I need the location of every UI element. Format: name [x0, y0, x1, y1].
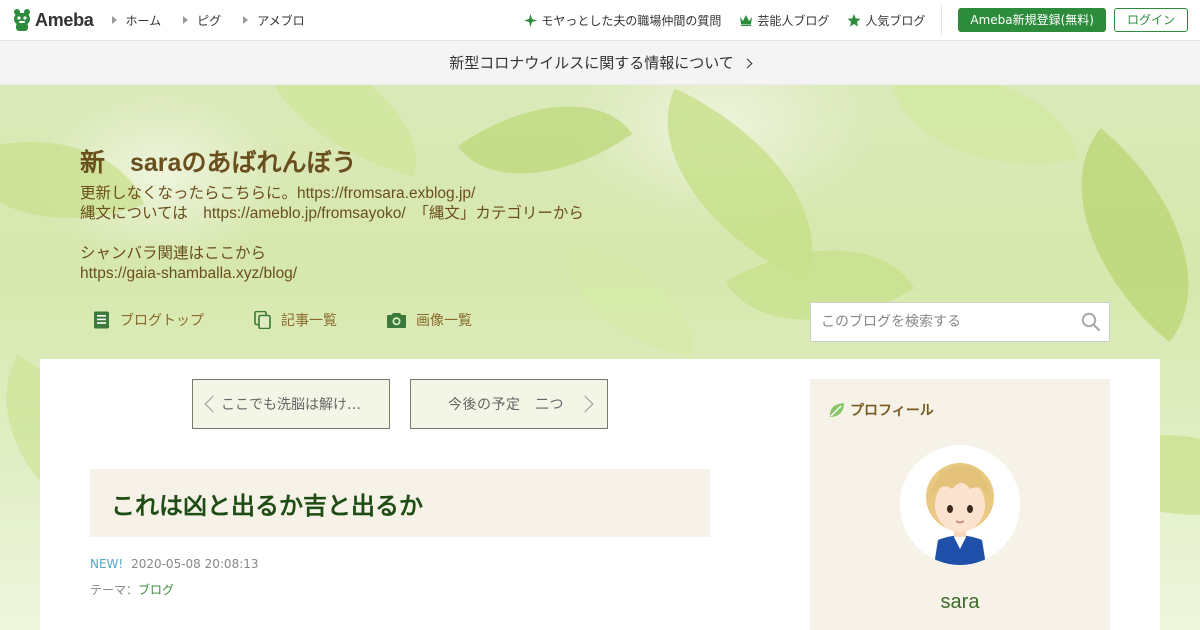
- global-header: Ameba ホーム ピグ アメブロ モヤっとした夫の職場仲間の質問 芸能人ブログ…: [0, 0, 1200, 41]
- copy-icon: [254, 311, 271, 329]
- nav-item-label: ピグ: [197, 13, 222, 28]
- profile-name[interactable]: sara: [810, 591, 1110, 614]
- nav-item-ameblo[interactable]: アメブロ: [243, 12, 305, 29]
- blog-title[interactable]: 新 saraのあばれんぼう: [80, 143, 356, 179]
- blog-nav-top[interactable]: ブログトップ: [93, 310, 204, 330]
- nav-item-label: ホーム: [125, 13, 162, 28]
- blog-description: 更新しなくなったらこちらに。https://fromsara.exblog.jp…: [80, 185, 584, 282]
- avatar[interactable]: [900, 445, 1020, 565]
- triangle-right-icon: [111, 16, 117, 24]
- sparkle-icon: [524, 13, 538, 27]
- camera-icon: [387, 313, 406, 328]
- prev-entry-button[interactable]: ここでも洗脳は解け…: [192, 379, 390, 429]
- link-label: モヤっとした夫の職場仲間の質問: [541, 13, 722, 28]
- register-button[interactable]: Ameba新規登録(無料): [958, 8, 1106, 32]
- blog-nav: ブログトップ 記事一覧 画像一覧: [93, 310, 522, 330]
- blog-nav-label: 記事一覧: [281, 313, 337, 329]
- next-entry-button[interactable]: 今後の予定 二つ: [410, 379, 608, 429]
- entry-meta: NEW! 2020-05-08 20:08:13: [90, 557, 259, 571]
- entry-theme: テーマ：ブログ: [90, 581, 174, 598]
- link-trending-question[interactable]: モヤっとした夫の職場仲間の質問: [524, 12, 721, 29]
- triangle-right-icon: [183, 16, 189, 24]
- chevron-left-icon: [204, 395, 222, 413]
- chevron-right-icon: [576, 395, 594, 413]
- entry-title[interactable]: これは凶と出るか吉と出るか: [111, 486, 423, 521]
- link-label: 芸能人ブログ: [757, 13, 830, 28]
- nav-item-pigg[interactable]: ピグ: [183, 12, 221, 29]
- logo-text: Ameba: [35, 9, 94, 30]
- profile-card: プロフィール sara: [810, 379, 1110, 630]
- header-right-nav: モヤっとした夫の職場仲間の質問 芸能人ブログ 人気ブログ Ameba新規登録(無…: [524, 0, 1200, 40]
- blog-nav-images[interactable]: 画像一覧: [387, 310, 472, 330]
- search-icon[interactable]: [1081, 312, 1101, 332]
- profile-heading-label: プロフィール: [850, 403, 934, 419]
- theme-prefix: テーマ：: [90, 583, 139, 597]
- blog-nav-label: 画像一覧: [416, 313, 472, 329]
- document-icon: [94, 311, 109, 329]
- global-nav: ホーム ピグ アメブロ: [111, 12, 327, 29]
- new-badge: NEW!: [90, 557, 124, 571]
- divider: [941, 5, 943, 35]
- avatar-image: [900, 445, 1020, 565]
- profile-heading: プロフィール: [828, 400, 934, 420]
- next-entry-label: 今後の予定 二つ: [448, 397, 564, 413]
- star-icon: [847, 13, 861, 27]
- ameba-logo[interactable]: Ameba: [12, 8, 94, 32]
- nav-item-label: アメブロ: [257, 13, 305, 28]
- notice-text: 新型コロナウイルスに関する情報について: [449, 54, 734, 72]
- chevron-right-icon: [742, 58, 753, 68]
- nav-item-home[interactable]: ホーム: [111, 12, 162, 29]
- covid-notice-link[interactable]: 新型コロナウイルスに関する情報について: [0, 41, 1200, 85]
- link-celebrity-blogs[interactable]: 芸能人ブログ: [739, 12, 829, 29]
- blog-nav-articles[interactable]: 記事一覧: [254, 310, 337, 330]
- blog-nav-label: ブログトップ: [120, 313, 204, 329]
- blog-search-box: [810, 302, 1110, 342]
- main-content: ここでも洗脳は解け… 今後の予定 二つ これは凶と出るか吉と出るか NEW! 2…: [40, 359, 1160, 630]
- link-popular-blogs[interactable]: 人気ブログ: [847, 12, 925, 29]
- leaf-icon: [829, 403, 844, 417]
- entry-datetime: 2020-05-08 20:08:13: [131, 557, 259, 571]
- theme-link[interactable]: ブログ: [138, 583, 174, 597]
- ameba-mascot-icon: [14, 9, 30, 31]
- entry-header: これは凶と出るか吉と出るか: [90, 469, 710, 537]
- link-label: 人気ブログ: [865, 13, 926, 28]
- login-button[interactable]: ログイン: [1113, 8, 1188, 32]
- leaf-decoration: [891, 85, 1079, 189]
- crown-icon: [740, 15, 753, 26]
- triangle-right-icon: [243, 16, 249, 24]
- prev-entry-label: ここでも洗脳は解け…: [221, 397, 361, 413]
- blog-search-input[interactable]: [811, 314, 1071, 330]
